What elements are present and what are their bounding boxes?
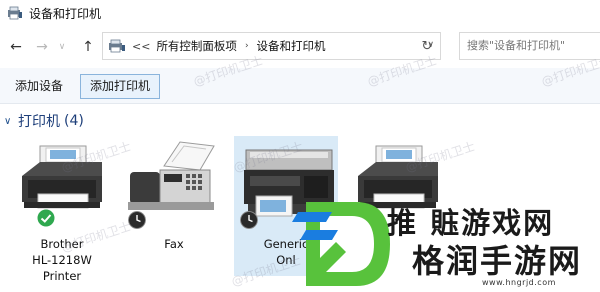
chevron-down-icon[interactable]: ∨ <box>4 116 18 127</box>
printer-item-brother[interactable]: Brother HL-1218W Printer <box>10 136 114 283</box>
clock-status-icon <box>128 211 146 229</box>
forward-button[interactable]: → <box>34 39 50 55</box>
refresh-button[interactable]: ↻ <box>419 40 435 56</box>
printer-item-fax[interactable]: Fax <box>122 136 226 276</box>
breadcrumb-control-panel[interactable]: 所有控制面板项 <box>156 38 237 54</box>
arrow-left-icon: ← <box>10 39 22 55</box>
address-overflow[interactable]: << <box>132 40 150 53</box>
group-title: 打印机 <box>18 114 60 130</box>
back-button[interactable]: ← <box>8 39 24 55</box>
logo-url-text: www.hngrjd.com <box>482 278 556 287</box>
chevron-down-icon: ∨ <box>58 42 66 52</box>
arrow-right-icon: → <box>36 39 48 55</box>
title-bar: 设备和打印机 <box>0 0 600 26</box>
add-printer-button[interactable]: 添加打印机 <box>80 74 161 99</box>
printer-label: Fax <box>164 237 184 251</box>
printer-icon <box>22 145 102 209</box>
breadcrumb-separator-icon[interactable]: › <box>245 41 249 51</box>
site-logo-overlay: 推 賘游戏网 格润手游网 www.hngrjd.com <box>292 196 600 292</box>
clock-status-icon <box>240 211 258 229</box>
group-count: (4) <box>64 113 84 129</box>
refresh-icon: ↻ <box>421 39 433 54</box>
address-bar[interactable]: << 所有控制面板项 › 设备和打印机 ∨ <box>102 32 441 60</box>
logo-main-text: 格润手游网 <box>412 242 583 280</box>
add-device-button[interactable]: 添加设备 <box>5 74 73 99</box>
control-panel-icon <box>109 39 125 53</box>
devices-printers-window: 设备和打印机 ← → ∨ ↑ << 所有控制面板项 › 设备和打印机 ∨ ↻ 搜… <box>0 0 600 292</box>
arrow-up-icon: ↑ <box>82 39 94 55</box>
search-input[interactable]: 搜索"设备和打印机" <box>459 32 600 60</box>
default-printer-check-icon <box>37 209 55 227</box>
printer-label: Brother HL-1218W Printer <box>32 237 92 283</box>
devices-printers-icon <box>8 6 22 20</box>
up-button[interactable]: ↑ <box>80 39 96 55</box>
breadcrumb-devices-printers[interactable]: 设备和打印机 <box>257 38 326 54</box>
printers-group-header[interactable]: ∨ 打印机 (4) <box>4 112 84 130</box>
command-bar: 添加设备 添加打印机 <box>0 68 600 104</box>
site-logo-icon <box>292 202 390 286</box>
recent-locations-button[interactable]: ∨ <box>54 39 70 55</box>
window-title: 设备和打印机 <box>29 6 102 21</box>
